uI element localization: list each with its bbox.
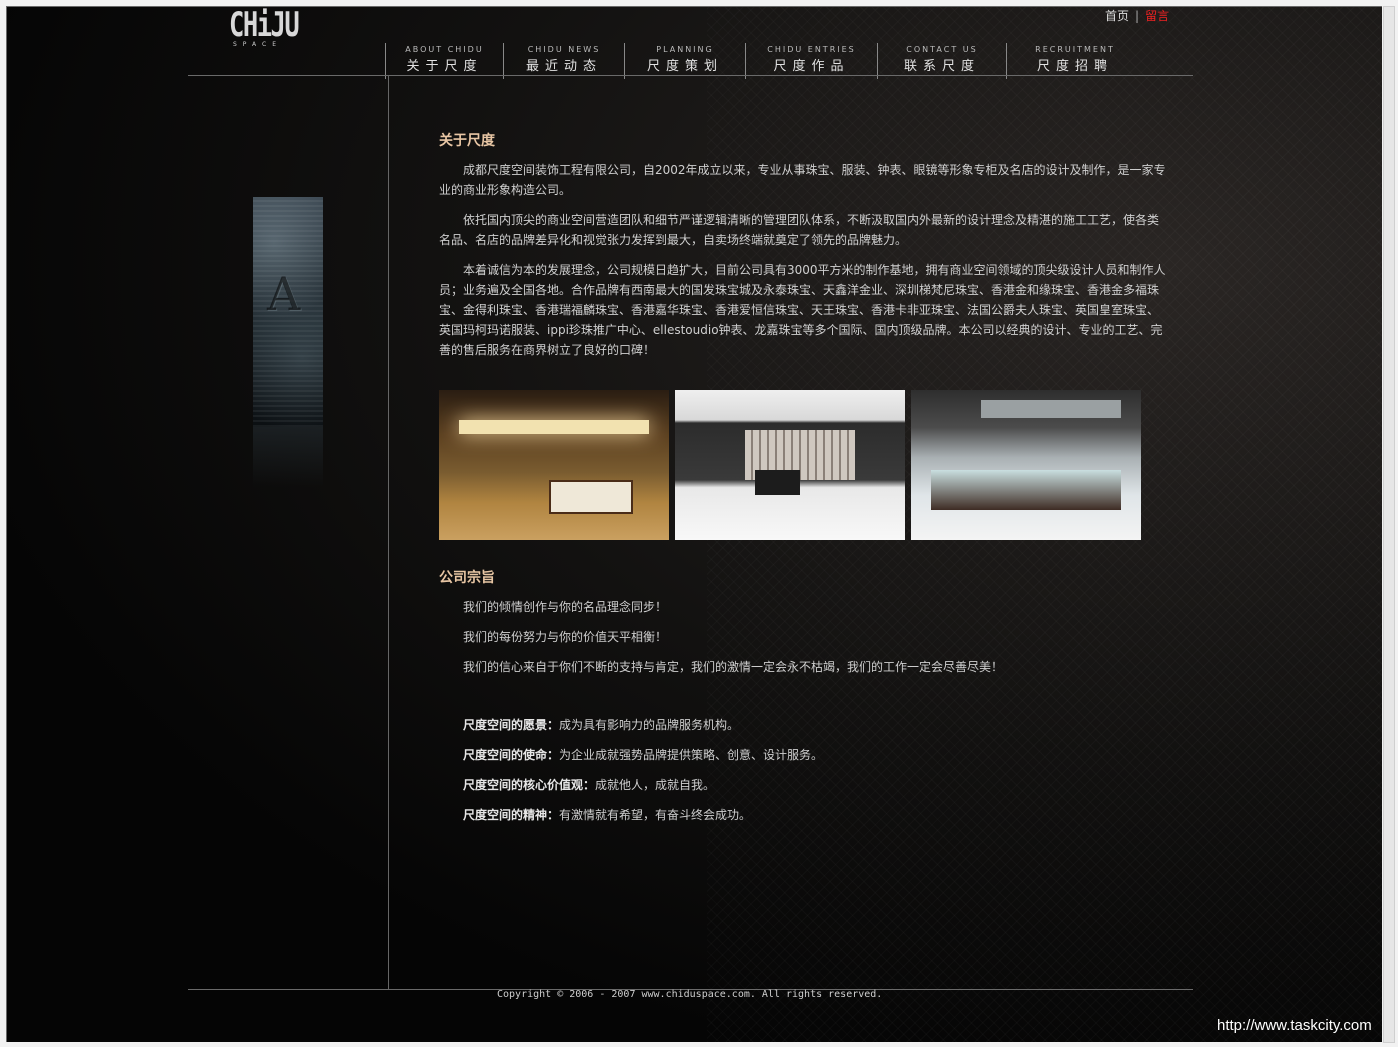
nav-item-contact[interactable]: CONTACT US 联系尺度 (877, 43, 1006, 79)
about-paragraph: 依托国内顶尖的商业空间营造团队和细节严谨逻辑清晰的管理团队体系，不断汲取国内外最… (439, 213, 1160, 247)
decorative-stone-image: A (253, 197, 323, 427)
value-label: 尺度空间的愿景： (463, 718, 560, 732)
main-content: 关于尺度 成都尺度空间装饰工程有限公司，自2002年成立以来，专业从事珠宝、服装… (439, 131, 1169, 835)
nav-item-entries[interactable]: CHIDU ENTRIES 尺度作品 (745, 43, 877, 79)
value-item: 尺度空间的核心价值观：成就他人，成就自我。 (439, 775, 1169, 795)
home-link[interactable]: 首页 (1105, 9, 1129, 23)
showroom-photo-3[interactable] (911, 390, 1141, 540)
nav-item-en: CHIDU NEWS (527, 45, 601, 54)
nav-item-zh: 尺度作品 (773, 59, 850, 74)
value-text: 成为具有影响力的品牌服务机构。 (559, 718, 740, 732)
value-label: 尺度空间的使命： (463, 748, 560, 762)
nav-item-en: PLANNING (656, 45, 714, 54)
copyright-text: Copyright © 2006 - 2007 www.chiduspace.c… (497, 989, 883, 1000)
nav-item-zh: 关于尺度 (406, 59, 483, 74)
nav-item-zh: 最近动态 (525, 59, 602, 74)
about-paragraph: 本着诚信为本的发展理念，公司规模日趋扩大，目前公司具有3000平方米的制作基地，… (439, 263, 1166, 357)
logo[interactable]: CHiJU SPACE (229, 6, 300, 73)
nav-item-en: RECRUITMENT (1035, 45, 1115, 54)
about-paragraph: 成都尺度空间装饰工程有限公司，自2002年成立以来，专业从事珠宝、服装、钟表、眼… (439, 163, 1166, 197)
showroom-photo-1[interactable] (439, 390, 669, 540)
top-links: 首页 | 留言 (1105, 7, 1169, 24)
nav-item-zh: 尺度策划 (646, 59, 723, 74)
value-text: 为企业成就强势品牌提供策略、创意、设计服务。 (559, 748, 824, 762)
value-text: 成就他人，成就自我。 (595, 778, 716, 792)
main-nav: ABOUT CHIDU 关于尺度 CHIDU NEWS 最近动态 PLANNIN… (385, 43, 1143, 79)
tenets-title: 公司宗旨 (439, 570, 495, 586)
nav-item-about[interactable]: ABOUT CHIDU 关于尺度 (385, 43, 503, 79)
nav-item-en: ABOUT CHIDU (405, 45, 484, 54)
value-label: 尺度空间的精神： (463, 808, 560, 822)
nav-item-zh: 联系尺度 (903, 59, 980, 74)
tenet-line: 我们的每份努力与你的价值天平相衡！ (463, 630, 668, 644)
about-title: 关于尺度 (439, 133, 495, 149)
header-divider (188, 75, 1193, 76)
nav-item-recruitment[interactable]: RECRUITMENT 尺度招聘 (1006, 43, 1143, 79)
scrollbar-thumb[interactable] (1383, 6, 1395, 1043)
logo-mark: CHiJU (229, 6, 300, 45)
page-frame: CHiJU SPACE 首页 | 留言 ABOUT CHIDU 关于尺度 CHIDU… (6, 6, 1383, 1042)
nav-item-en: CHIDU ENTRIES (767, 45, 856, 54)
tenet-line: 我们的信心来自于你们不断的支持与肯定，我们的激情一定会永不枯竭，我们的工作一定会… (463, 660, 1004, 674)
tenets-section: 公司宗旨 我们的倾情创作与你的名品理念同步！ 我们的每份努力与你的价值天平相衡！… (439, 568, 1169, 825)
watermark-url: http://www.taskcity.com (1217, 1017, 1372, 1034)
nav-item-news[interactable]: CHIDU NEWS 最近动态 (503, 43, 624, 79)
sidebar-divider (388, 75, 389, 990)
nav-item-planning[interactable]: PLANNING 尺度策划 (624, 43, 745, 79)
nav-item-zh: 尺度招聘 (1036, 59, 1113, 74)
stone-letter-glyph: A (267, 267, 301, 321)
tenet-line: 我们的倾情创作与你的名品理念同步！ (463, 600, 668, 614)
value-item: 尺度空间的愿景：成为具有影响力的品牌服务机构。 (439, 715, 1169, 735)
vertical-scrollbar[interactable] (1382, 0, 1398, 1047)
top-links-separator: | (1135, 9, 1140, 23)
showroom-photo-2[interactable] (675, 390, 905, 540)
value-item: 尺度空间的精神：有激情就有希望，有奋斗终会成功。 (439, 805, 1169, 825)
nav-item-en: CONTACT US (906, 45, 978, 54)
values-list: 尺度空间的愿景：成为具有影响力的品牌服务机构。 尺度空间的使命：为企业成就强势品… (439, 715, 1169, 825)
showroom-gallery (439, 390, 1169, 540)
stone-reflection (253, 427, 323, 487)
message-link[interactable]: 留言 (1145, 9, 1169, 23)
value-text: 有激情就有希望，有奋斗终会成功。 (559, 808, 752, 822)
value-label: 尺度空间的核心价值观： (463, 778, 596, 792)
value-item: 尺度空间的使命：为企业成就强势品牌提供策略、创意、设计服务。 (439, 745, 1169, 765)
